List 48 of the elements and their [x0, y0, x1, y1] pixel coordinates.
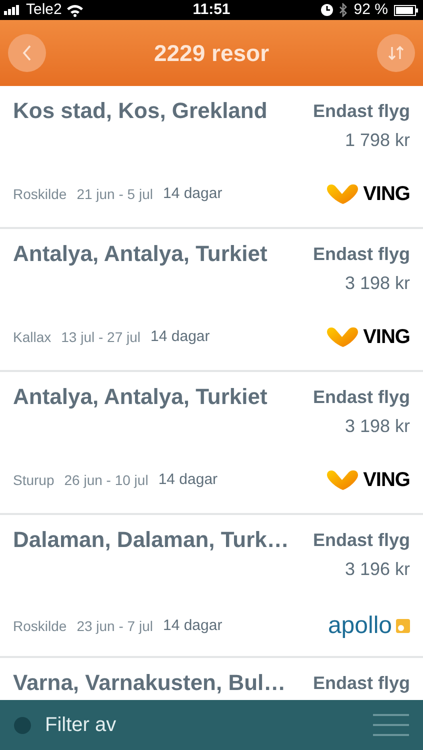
trip-title: Dalaman, Dalaman, Turk… [13, 526, 289, 554]
departure-airport: Sturup [13, 470, 54, 490]
heart-icon [325, 469, 360, 491]
sort-button[interactable] [377, 34, 415, 72]
trip-dates: 26 jun - 10 jul [64, 470, 148, 490]
trip-type: Endast flyg [312, 243, 410, 266]
departure-airport: Roskilde [13, 184, 67, 204]
trip-duration: 14 dagar [162, 616, 222, 636]
menu-icon[interactable] [373, 714, 409, 736]
trip-price: 3 196 kr [344, 558, 410, 581]
trip-type: Endast flyg [312, 529, 410, 552]
wifi-icon [66, 4, 84, 16]
trip-price: 1 798 kr [344, 129, 410, 152]
trip-duration: 14 dagar [150, 326, 210, 347]
trip-price: 3 198 kr [344, 272, 410, 295]
trip-price: 3 198 kr [344, 415, 410, 438]
back-icon [22, 45, 32, 61]
trip-title: Antalya, Antalya, Turkiet [13, 240, 268, 268]
trip-title: Kos stad, Kos, Grekland [13, 97, 268, 125]
trip-dates: 13 jul - 27 jul [61, 328, 141, 347]
brand-logo-text: VING [363, 468, 410, 493]
signal-icon [4, 5, 22, 15]
brand-logo-text: apollo [328, 614, 392, 638]
clock-time: 11:51 [192, 0, 230, 20]
filter-label: Filter av [45, 713, 116, 738]
trip-type: Endast flyg [312, 386, 410, 409]
trip-duration: 14 dagar [162, 184, 222, 204]
trip-type: Endast flyg [312, 100, 410, 123]
trip-dates: 23 jun - 7 jul [76, 616, 153, 636]
trip-title: Varna, Varnakusten, Bul… [13, 669, 286, 697]
filter-bar[interactable]: Filter av [0, 700, 423, 750]
battery-icon [394, 4, 419, 16]
trip-duration: 14 dagar [158, 470, 218, 490]
trip-type: Endast flyg [312, 672, 410, 695]
brand-logo-text: VING [363, 325, 410, 350]
departure-airport: Kallax [13, 328, 52, 346]
trip-title: Antalya, Antalya, Turkiet [13, 383, 268, 411]
battery-percent: 92 % [354, 0, 388, 20]
heart-icon [325, 326, 360, 348]
page-title: 2229 resor [154, 38, 270, 68]
trip-dates: 21 jun - 5 jul [76, 184, 153, 204]
heart-icon [325, 183, 360, 205]
brand-logo-text: VING [363, 182, 410, 207]
carrier-name: Tele2 [26, 0, 62, 20]
sort-icon [388, 44, 404, 62]
bluetooth-icon [338, 3, 348, 17]
back-button[interactable] [8, 34, 46, 72]
departure-airport: Roskilde [13, 616, 67, 636]
